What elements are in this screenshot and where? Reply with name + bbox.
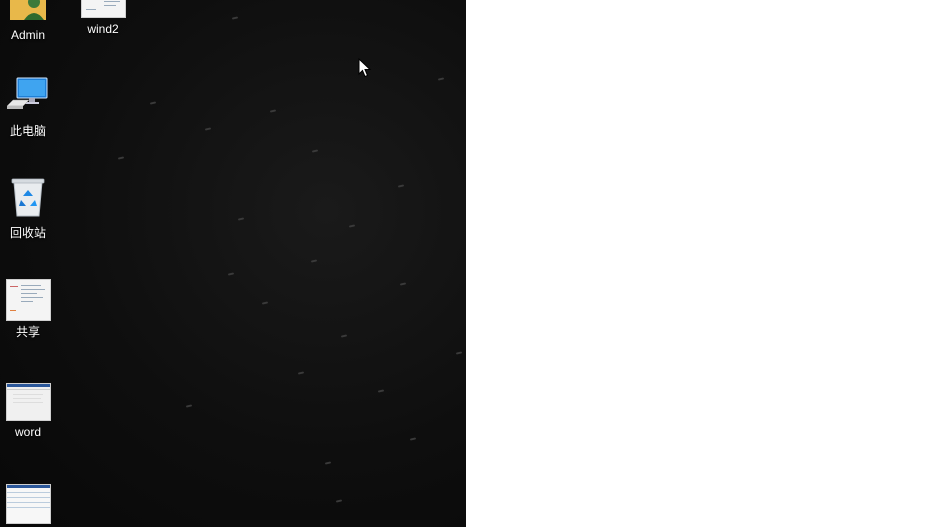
- background-speck: [377, 389, 385, 393]
- background-speck: [227, 272, 235, 276]
- background-speck: [399, 282, 407, 286]
- desktop-icon-label: word: [14, 425, 41, 439]
- background-speck: [204, 127, 212, 131]
- desktop-background[interactable]: Admin wind2 此电脑 回收站 共享 word: [0, 0, 466, 527]
- background-speck: [310, 259, 318, 263]
- background-speck: [185, 404, 193, 408]
- background-speck: [231, 16, 239, 20]
- background-speck: [437, 77, 445, 81]
- desktop-icon-this-pc[interactable]: 此电脑: [0, 76, 63, 139]
- recycle-bin-icon: [0, 176, 63, 222]
- document-thumbnail-icon: [80, 0, 126, 18]
- desktop-icon-word[interactable]: word: [0, 383, 63, 440]
- background-speck: [455, 351, 463, 355]
- background-speck: [297, 371, 305, 375]
- desktop-icon-label: Admin: [10, 28, 45, 42]
- background-speck: [409, 437, 417, 441]
- background-speck: [269, 109, 277, 113]
- desktop-icon-admin[interactable]: Admin: [0, 0, 63, 43]
- background-speck: [340, 334, 348, 338]
- desktop-icon-label: 此电脑: [9, 124, 46, 138]
- background-speck: [117, 156, 125, 160]
- background-speck: [237, 217, 245, 221]
- background-speck: [149, 101, 157, 105]
- background-speck: [397, 184, 405, 188]
- desktop-icon-spreadsheet[interactable]: [0, 484, 63, 524]
- desktop-icon-wind2[interactable]: wind2: [68, 0, 138, 37]
- background-speck: [324, 461, 332, 465]
- desktop-icon-label: 共享: [15, 325, 40, 339]
- blank-white-panel: [466, 0, 939, 527]
- screen: Admin wind2 此电脑 回收站 共享 word: [0, 0, 939, 527]
- background-speck: [335, 499, 343, 503]
- desktop-icon-label: wind2: [87, 22, 119, 36]
- computer-icon: [0, 76, 63, 120]
- word-thumbnail-icon: [5, 383, 51, 421]
- mouse-pointer-icon: [358, 58, 372, 78]
- background-speck: [311, 149, 319, 153]
- desktop-icon-recycle-bin[interactable]: 回收站: [0, 176, 63, 241]
- desktop-icon-shared[interactable]: 共享: [0, 279, 63, 340]
- spreadsheet-thumbnail-icon: [5, 484, 51, 524]
- background-speck: [348, 224, 356, 228]
- user-folder-icon: [8, 0, 48, 23]
- shared-folder-thumbnail-icon: [5, 279, 51, 321]
- background-speck: [261, 301, 269, 305]
- desktop-icon-label: 回收站: [9, 226, 46, 240]
